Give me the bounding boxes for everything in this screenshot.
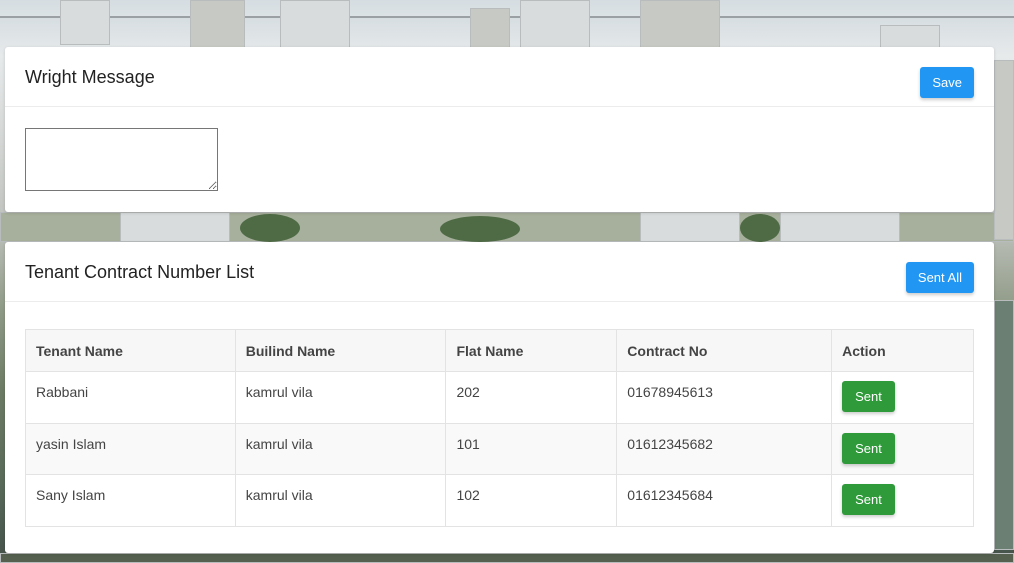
message-textarea[interactable] xyxy=(25,128,218,191)
building-name-cell: kamrul vila xyxy=(234,474,447,527)
action-cell: Sent xyxy=(831,474,974,527)
write-message-header: Wright Message Save xyxy=(5,47,994,107)
action-cell: Sent xyxy=(831,422,974,476)
tenant-contract-list-header: Tenant Contract Number List Sent All xyxy=(5,242,994,302)
building-name-cell: kamrul vila xyxy=(234,422,447,476)
flat-name-cell: 202 xyxy=(445,371,618,424)
tenant-name-cell: Sany Islam xyxy=(25,474,236,527)
tenant-contract-list-title: Tenant Contract Number List xyxy=(25,262,255,282)
building-name-cell: kamrul vila xyxy=(234,371,447,424)
write-message-card: Wright Message Save xyxy=(5,47,994,212)
send-button[interactable]: Sent xyxy=(842,381,895,412)
tenant-contract-list-card: Tenant Contract Number List Sent All Ten… xyxy=(5,242,994,553)
column-header-action: Action xyxy=(831,329,974,372)
tenant-name-cell: yasin Islam xyxy=(25,422,236,476)
contract-no-cell: 01612345684 xyxy=(616,474,833,527)
send-button[interactable]: Sent xyxy=(842,484,895,516)
flat-name-cell: 101 xyxy=(445,422,618,476)
column-header-building-name: Builind Name xyxy=(234,329,447,372)
table-row: Sany Islam kamrul vila 102 01612345684 S… xyxy=(25,474,974,527)
table-row: yasin Islam kamrul vila 101 01612345682 … xyxy=(25,422,974,476)
tenant-name-cell: Rabbani xyxy=(25,371,236,424)
flat-name-cell: 102 xyxy=(445,474,618,527)
column-header-contract-no: Contract No xyxy=(616,329,833,372)
contract-no-cell: 01612345682 xyxy=(616,422,833,476)
send-button[interactable]: Sent xyxy=(842,432,895,464)
column-header-flat-name: Flat Name xyxy=(445,329,618,372)
tenant-table: Tenant Name Builind Name Flat Name Contr… xyxy=(25,329,974,527)
table-header-row: Tenant Name Builind Name Flat Name Contr… xyxy=(25,329,974,372)
save-button[interactable]: Save xyxy=(920,67,974,98)
action-cell: Sent xyxy=(831,371,974,424)
table-row: Rabbani kamrul vila 202 01678945613 Sent xyxy=(25,371,974,424)
write-message-title: Wright Message xyxy=(25,67,155,87)
contract-no-cell: 01678945613 xyxy=(616,371,833,424)
column-header-tenant-name: Tenant Name xyxy=(25,329,236,372)
send-all-button[interactable]: Sent All xyxy=(905,262,974,293)
